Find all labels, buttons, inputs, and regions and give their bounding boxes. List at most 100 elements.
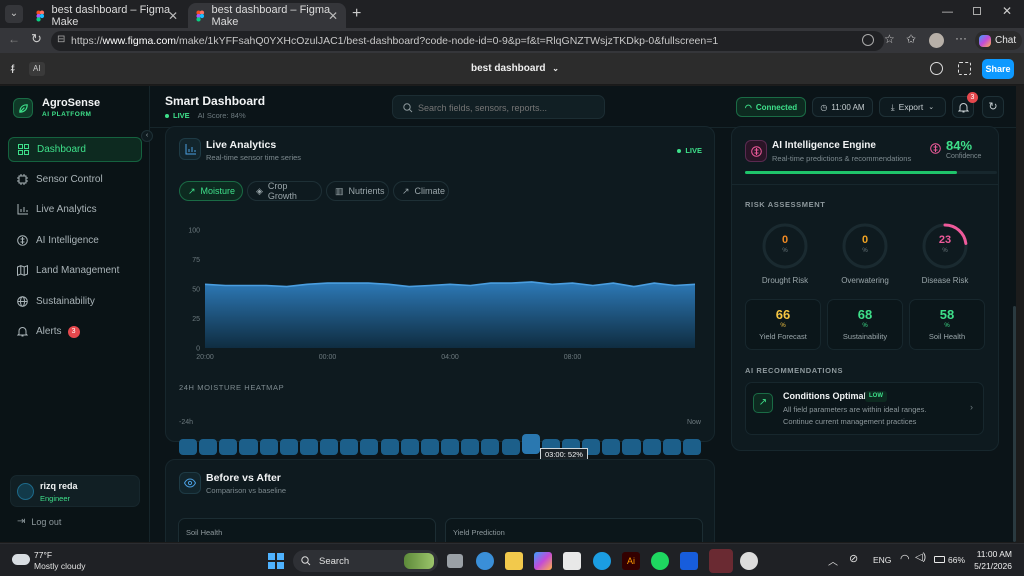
sidebar-item-live-analytics[interactable]: Live Analytics [8, 197, 142, 222]
heatmap-cell[interactable] [259, 439, 278, 455]
cloud-icon [12, 554, 30, 565]
tab-moisture[interactable]: ↗ Moisture [179, 181, 243, 201]
connection-status-badge[interactable]: ◠ Connected [736, 97, 806, 117]
site-info-icon[interactable]: ⊟ [57, 34, 65, 45]
heatmap-cell[interactable] [380, 439, 399, 455]
heatmap-cell[interactable] [239, 439, 258, 455]
present-icon[interactable] [958, 62, 971, 75]
close-tab-icon[interactable]: ✕ [328, 9, 338, 23]
spotify-icon[interactable] [651, 552, 669, 570]
heatmap-cell[interactable] [662, 439, 681, 455]
heatmap-cell[interactable] [622, 439, 641, 455]
new-tab-button[interactable]: + [352, 5, 361, 23]
url-input[interactable]: ⊟ https://www.figma.com/make/1kYFFsahQ0Y… [51, 31, 884, 51]
weather-widget[interactable]: 77°F Mostly cloudy [10, 550, 100, 572]
heatmap-cell[interactable] [400, 439, 419, 455]
heatmap-cell[interactable] [682, 439, 701, 455]
sidebar-item-land-management[interactable]: Land Management [8, 258, 142, 283]
map-icon [17, 265, 28, 276]
comment-icon[interactable] [930, 62, 943, 75]
volume-icon[interactable]: ◁) [915, 552, 926, 563]
wifi-icon[interactable]: ◠ [900, 552, 910, 565]
figma-menu-icon[interactable]: ᵮ [11, 62, 14, 76]
minimize-button[interactable]: — [942, 6, 953, 18]
logout-button[interactable]: ⇥ Log out [17, 516, 61, 527]
tab-nutrients[interactable]: ▥ Nutrients [326, 181, 389, 201]
menu-dots-icon[interactable]: ··· [955, 31, 967, 45]
heatmap-cell[interactable] [199, 439, 218, 455]
heatmap-cell[interactable] [360, 439, 379, 455]
ai-badge[interactable]: AI [29, 62, 45, 76]
heatmap-cell[interactable] [420, 439, 439, 455]
store-icon[interactable] [563, 552, 581, 570]
file-explorer-icon[interactable] [505, 552, 523, 570]
heatmap-cell[interactable] [219, 439, 238, 455]
heatmap-cell[interactable] [602, 439, 621, 455]
recommendation-item[interactable]: ↗ Conditions Optimal LOW All field param… [745, 382, 984, 435]
favorite-star-icon[interactable]: ☆ [884, 32, 895, 46]
bitwarden-icon[interactable] [680, 552, 698, 570]
notifications-button[interactable]: 3 [952, 92, 978, 118]
heatmap-cell[interactable] [441, 439, 460, 455]
close-window-button[interactable]: ✕ [1002, 4, 1012, 18]
heatmap-cell[interactable] [501, 439, 520, 455]
clock-time[interactable]: 11:00 AM [977, 549, 1012, 559]
share-button[interactable]: Share [982, 59, 1014, 79]
heatmap-cell[interactable] [481, 439, 500, 455]
task-view-icon[interactable] [447, 554, 463, 568]
sidebar-item-alerts[interactable]: Alerts 3 [8, 319, 142, 344]
heatmap-cell[interactable] [340, 439, 359, 455]
refresh-button[interactable]: ↻ [982, 96, 1004, 118]
bar-chart-icon [185, 143, 196, 154]
back-icon[interactable]: ← [8, 32, 20, 46]
confidence-bar [745, 171, 997, 174]
tab-crop-growth[interactable]: ◈ Crop Growth [247, 181, 322, 201]
language-indicator[interactable]: ENG [873, 555, 891, 565]
browser-tab[interactable]: best dashboard – Figma Make ✕ [28, 3, 186, 28]
taskbar-search[interactable]: Search [293, 550, 438, 572]
restore-button[interactable] [973, 7, 981, 15]
heatmap-cell[interactable] [279, 439, 298, 455]
tab-list-button[interactable]: ⌄ [5, 5, 23, 23]
pinned-app-icon[interactable] [476, 552, 494, 570]
x-tick-label: 04:00 [441, 354, 459, 361]
hidden-icons-chevron[interactable]: ︿ [828, 553, 838, 568]
export-button[interactable]: ⤓ Export ⌄ [879, 97, 946, 117]
profile-avatar[interactable] [929, 33, 944, 48]
clock-date[interactable]: 5/21/2026 [974, 561, 1012, 571]
copilot-chat-button[interactable]: Chat [975, 31, 1023, 50]
close-tab-icon[interactable]: ✕ [168, 9, 178, 23]
search-input[interactable] [418, 100, 598, 115]
heatmap-cell[interactable] [521, 434, 540, 454]
heatmap-cell[interactable] [642, 439, 661, 455]
whatsapp-icon[interactable] [740, 552, 758, 570]
brand-logo [13, 98, 33, 118]
edge-icon[interactable] [593, 552, 611, 570]
heatmap-cell[interactable] [461, 439, 480, 455]
illustrator-icon[interactable]: Ai [622, 552, 640, 570]
sidebar-item-sensor-control[interactable]: Sensor Control [8, 167, 142, 192]
copilot-icon [979, 34, 991, 47]
copilot-icon[interactable] [534, 552, 552, 570]
sidebar-item-ai-intelligence[interactable]: AI Intelligence [8, 228, 142, 253]
sidebar-item-sustainability[interactable]: Sustainability [8, 289, 142, 314]
heatmap-cell[interactable] [179, 439, 198, 455]
heatmap-cell[interactable] [299, 439, 318, 455]
sidebar-item-dashboard[interactable]: Dashboard [8, 137, 142, 162]
battery-icon[interactable] [934, 556, 945, 563]
windows-start-icon[interactable] [268, 553, 284, 569]
file-title-dropdown[interactable]: best dashboard ⌄ [471, 63, 559, 74]
globe-icon [17, 296, 28, 307]
confidence-label: Confidence [946, 153, 982, 160]
heatmap-cell[interactable] [320, 439, 339, 455]
user-card[interactable]: rizq reda Engineer [10, 475, 140, 507]
main-content: Smart Dashboard LIVE AI Score: 84% ◠ Con… [150, 86, 1016, 542]
page-scrollbar[interactable] [1013, 306, 1016, 542]
browser-tab-active[interactable]: best dashboard – Figma Make ✕ [188, 3, 346, 28]
more-icon[interactable] [862, 34, 874, 46]
snipping-tool-icon[interactable] [709, 549, 733, 573]
tab-climate[interactable]: ↗ Climate [393, 181, 449, 201]
collections-icon[interactable]: ✩ [906, 32, 916, 46]
search-box[interactable] [392, 95, 605, 119]
reload-icon[interactable]: ↻ [31, 31, 42, 47]
